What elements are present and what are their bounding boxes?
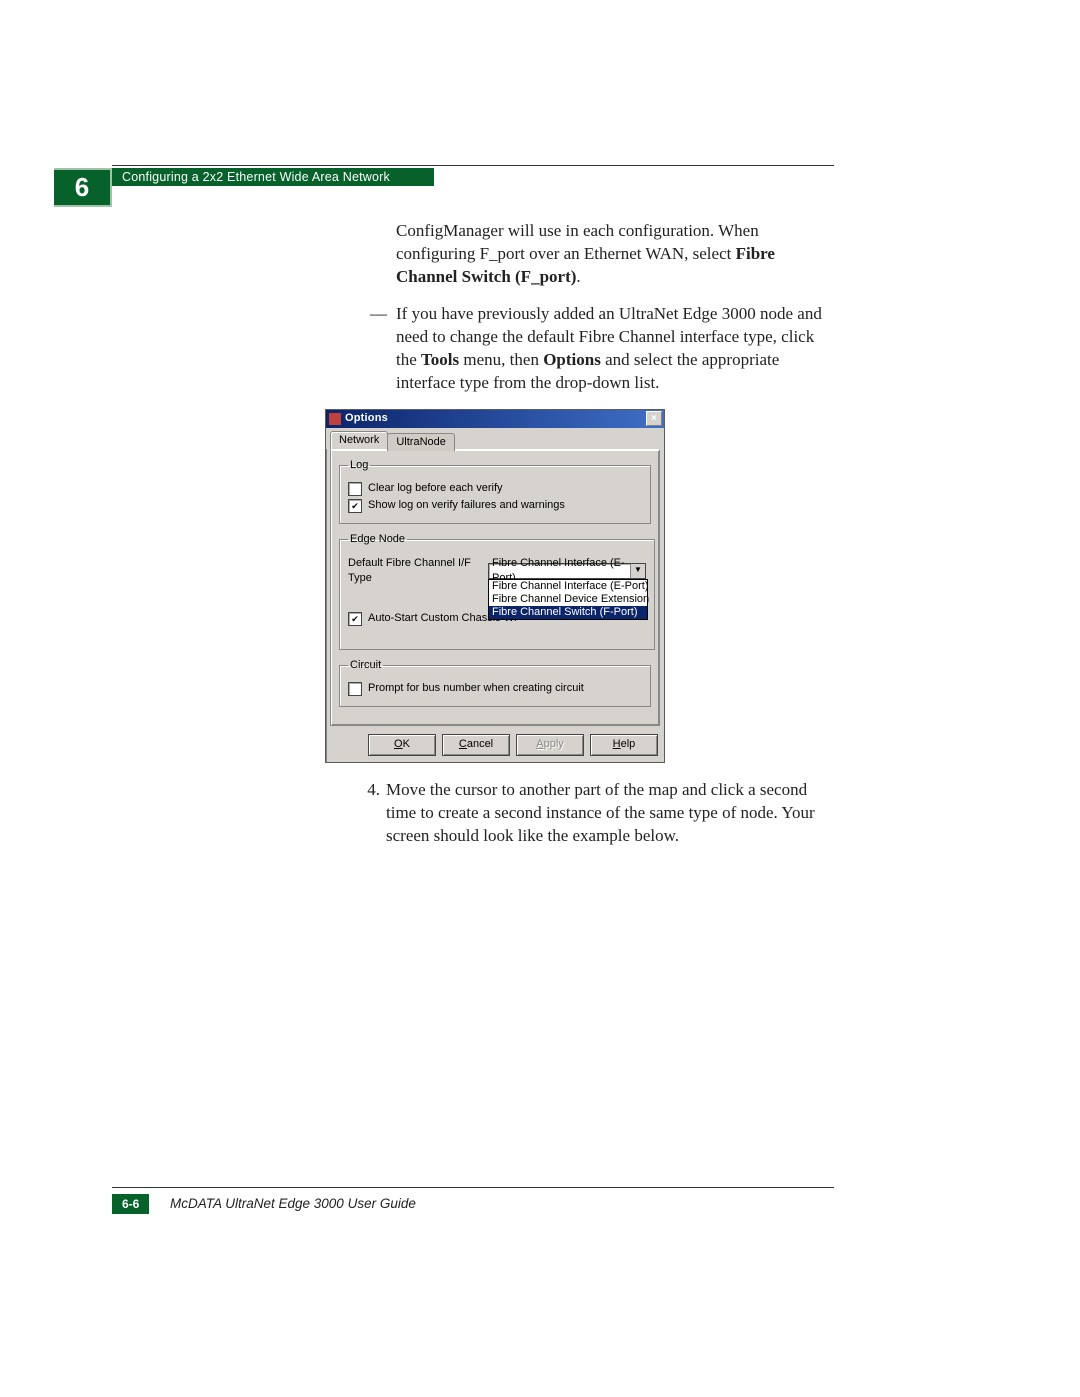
step-4: 4. Move the cursor to another part of th… — [350, 779, 835, 848]
body-column: ConfigManager will use in each configura… — [370, 220, 835, 862]
ok-button[interactable]: OK — [368, 734, 436, 756]
paragraph-text: ConfigManager will use in each configura… — [396, 220, 835, 289]
tab-ultranode[interactable]: UltraNode — [387, 433, 455, 452]
paragraph-text: If you have previously added an UltraNet… — [396, 303, 835, 395]
dropdown-option-fport[interactable]: Fibre Channel Switch (F-Port) — [489, 606, 647, 619]
app-icon — [329, 413, 341, 425]
checkbox-clear-log[interactable] — [348, 482, 362, 496]
footer-guide-title: McDATA UltraNet Edge 3000 User Guide — [170, 1196, 416, 1211]
default-if-dropdown[interactable]: Fibre Channel Interface (E-Port) ▼ Fibre… — [488, 563, 646, 579]
bold-text: Tools — [421, 350, 459, 369]
dropdown-option-eport[interactable]: Fibre Channel Interface (E-Port) — [489, 580, 647, 593]
checkbox-label: Show log on verify failures and warnings — [368, 498, 565, 513]
checkbox-show-log[interactable] — [348, 499, 362, 513]
help-button[interactable]: Help — [590, 734, 658, 756]
bullet-item-tools: — If you have previously added an UltraN… — [370, 303, 835, 395]
page-number: 6-6 — [112, 1194, 149, 1214]
footer-rule — [112, 1187, 834, 1188]
circuit-group: Circuit Prompt for bus number when creat… — [339, 658, 651, 707]
prompt-bus-row[interactable]: Prompt for bus number when creating circ… — [348, 681, 642, 696]
text-fragment: menu, then — [459, 350, 543, 369]
step-number: 4. — [350, 779, 386, 848]
text-fragment: . — [576, 267, 580, 286]
edge-legend: Edge Node — [348, 532, 407, 547]
dialog-button-row: OK Cancel Apply Help — [326, 730, 664, 762]
log-group: Log Clear log before each verify Show lo… — [339, 458, 651, 524]
dialog-tabs: Network UltraNode — [326, 428, 664, 450]
log-legend: Log — [348, 458, 370, 473]
clear-log-row[interactable]: Clear log before each verify — [348, 481, 642, 496]
dialog-panel: Log Clear log before each verify Show lo… — [330, 449, 660, 726]
chapter-title: Configuring a 2x2 Ethernet Wide Area Net… — [112, 168, 434, 186]
dialog-titlebar: Options × — [326, 410, 664, 428]
dialog-title: Options — [345, 411, 646, 426]
circuit-legend: Circuit — [348, 658, 383, 673]
dropdown-option-device-ext[interactable]: Fibre Channel Device Extension — [489, 593, 647, 606]
bullet-dash: — — [370, 303, 396, 395]
show-log-row[interactable]: Show log on verify failures and warnings — [348, 498, 642, 513]
cancel-button[interactable]: Cancel — [442, 734, 510, 756]
checkbox-label: Prompt for bus number when creating circ… — [368, 681, 584, 696]
bold-text: Options — [543, 350, 601, 369]
default-if-label: Default Fibre Channel I/F Type — [348, 556, 488, 586]
chapter-number-tab: 6 — [54, 168, 112, 207]
edge-node-group: Edge Node Default Fibre Channel I/F Type… — [339, 532, 655, 650]
checkbox-auto-start[interactable] — [348, 612, 362, 626]
bullet-item-config: ConfigManager will use in each configura… — [396, 220, 835, 289]
checkbox-prompt-bus[interactable] — [348, 682, 362, 696]
text-fragment: ConfigManager will use in each configura… — [396, 221, 759, 263]
options-dialog: Options × Network UltraNode Log Clear lo… — [325, 409, 665, 763]
dropdown-list[interactable]: Fibre Channel Interface (E-Port) Fibre C… — [488, 579, 648, 620]
chevron-down-icon[interactable]: ▼ — [630, 564, 645, 578]
default-if-row: Default Fibre Channel I/F Type Fibre Cha… — [348, 556, 646, 586]
document-page: 6 Configuring a 2x2 Ethernet Wide Area N… — [0, 0, 1080, 1397]
close-icon[interactable]: × — [646, 411, 662, 426]
step-text: Move the cursor to another part of the m… — [386, 779, 835, 848]
header-rule — [112, 165, 834, 166]
checkbox-label: Clear log before each verify — [368, 481, 503, 496]
tab-network[interactable]: Network — [330, 431, 388, 450]
apply-button: Apply — [516, 734, 584, 756]
